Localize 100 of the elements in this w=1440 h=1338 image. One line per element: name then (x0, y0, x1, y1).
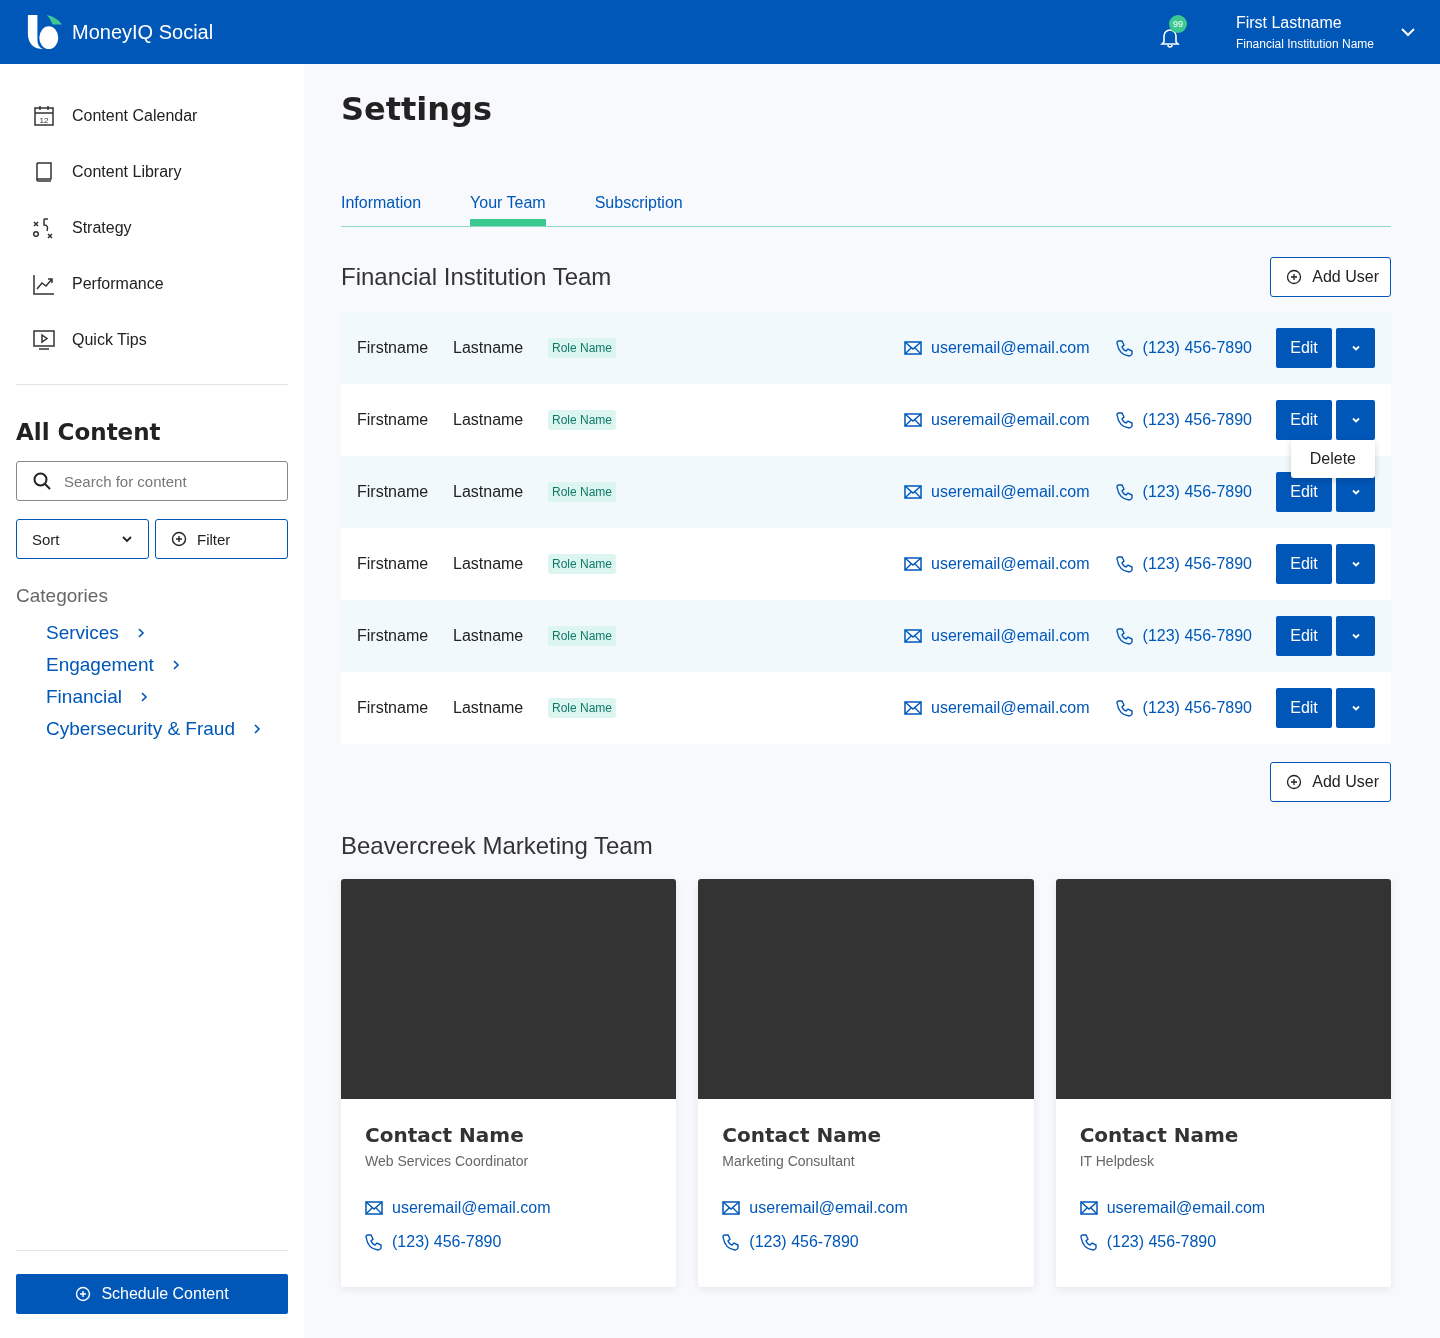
contact-name: Contact Name (722, 1123, 883, 1147)
phone-icon (365, 1233, 383, 1251)
envelope-icon (904, 341, 923, 355)
categories-title: Categories (16, 585, 109, 607)
user-name: First Lastname (1235, 13, 1343, 32)
add-user-button[interactable]: Add User (1270, 257, 1391, 297)
phone-link[interactable]: (123) 456-7890 (1142, 339, 1252, 357)
role-tag: Role Name (548, 554, 617, 574)
phone-icon (1115, 699, 1134, 717)
last-name: Lastname (453, 483, 525, 501)
edit-button[interactable]: Edit (1276, 544, 1332, 584)
first-name: Firstname (357, 339, 430, 357)
edit-button[interactable]: Edit (1276, 328, 1332, 368)
envelope-icon (904, 701, 923, 715)
role-tag: Role Name (548, 626, 617, 646)
phone-link[interactable]: (123) 456-7890 (392, 1233, 502, 1251)
video-icon (32, 328, 56, 352)
phone-link[interactable]: (123) 456-7890 (1142, 411, 1252, 429)
phone-link[interactable]: (123) 456-7890 (1106, 1233, 1217, 1251)
edit-button[interactable]: Edit (1276, 616, 1332, 656)
email-link[interactable]: useremail@email.com (392, 1199, 551, 1217)
phone-icon (722, 1233, 741, 1251)
nav-item[interactable]: Strategy (16, 200, 288, 256)
last-name: Lastname (453, 627, 525, 645)
envelope-icon (904, 413, 923, 427)
search-field[interactable]: Search for content (16, 461, 288, 501)
phone-link[interactable]: (123) 456-7890 (1142, 555, 1252, 573)
tab[interactable]: Information (341, 189, 422, 226)
user-organization: Financial Institution Name (1235, 36, 1374, 51)
chevron-down-icon (121, 533, 133, 545)
plus-circle-icon (171, 531, 187, 547)
nav-item[interactable]: Quick Tips (16, 312, 288, 368)
filter-button[interactable]: Filter (155, 519, 288, 559)
category-link[interactable]: Cybersecurity & Fraud (46, 717, 288, 741)
line-chart-icon (32, 272, 56, 296)
envelope-icon (1079, 1201, 1098, 1215)
contact-position: Marketing Consultant (722, 1153, 856, 1169)
phone-link[interactable]: (123) 456-7890 (1142, 627, 1252, 645)
phone-icon (1115, 411, 1134, 429)
email-link[interactable]: useremail@email.com (931, 411, 1090, 429)
role-tag: Role Name (548, 338, 617, 358)
first-name: Firstname (357, 555, 430, 573)
category-link[interactable]: Services (46, 621, 288, 645)
email-link[interactable]: useremail@email.com (931, 699, 1090, 717)
phone-icon (1115, 627, 1134, 645)
last-name: Lastname (453, 555, 525, 573)
phone-link[interactable]: (123) 456-7890 (1142, 699, 1252, 717)
edit-button[interactable]: Edit (1276, 400, 1332, 440)
contact-position: Web Services Coordinator (365, 1153, 530, 1169)
logo-icon (26, 12, 64, 52)
category-link[interactable]: Financial (46, 685, 288, 709)
phone-icon (1115, 483, 1134, 501)
first-name: Firstname (357, 699, 430, 717)
envelope-icon (722, 1201, 741, 1215)
contact-position: IT Helpdesk (1079, 1153, 1156, 1169)
role-tag: Role Name (548, 698, 617, 718)
sort-dropdown[interactable]: Sort (16, 519, 149, 559)
email-link[interactable]: useremail@email.com (931, 339, 1090, 357)
notification-badge: 99 (1168, 15, 1187, 33)
last-name: Lastname (453, 699, 525, 717)
last-name: Lastname (453, 339, 525, 357)
nav-item[interactable]: Content Library (16, 144, 288, 200)
menu-item[interactable]: Delete (1290, 449, 1375, 469)
email-link[interactable]: useremail@email.com (931, 483, 1090, 501)
edit-button[interactable]: Edit (1276, 688, 1332, 728)
nav-item[interactable]: 12 Content Calendar (16, 88, 288, 144)
page-title: Settings (341, 90, 494, 130)
tab[interactable]: Subscription (594, 189, 683, 226)
strategy-icon (32, 216, 56, 240)
section-title: Beavercreek Marketing Team (341, 832, 654, 861)
nav-item[interactable]: Performance (16, 256, 288, 312)
phone-icon (1115, 555, 1134, 573)
phone-link[interactable]: (123) 456-7890 (749, 1233, 859, 1251)
add-user-button[interactable]: Add User (1270, 762, 1391, 802)
schedule-content-button[interactable]: Schedule Content (16, 1274, 288, 1314)
envelope-icon (904, 485, 923, 499)
first-name: Firstname (357, 483, 430, 501)
first-name: Firstname (357, 627, 430, 645)
chevron-right-icon (251, 723, 263, 735)
contact-name: Contact Name (1079, 1123, 1240, 1147)
tab[interactable]: Your Team (470, 189, 546, 226)
phone-icon (1115, 339, 1134, 357)
section-title: Financial Institution Team (341, 263, 612, 291)
phone-icon (1079, 1233, 1098, 1251)
calendar-icon: 12 (32, 104, 56, 128)
role-tag: Role Name (548, 482, 617, 502)
email-link[interactable]: useremail@email.com (931, 555, 1090, 573)
envelope-icon (904, 557, 923, 571)
envelope-icon (365, 1201, 383, 1215)
contact-name: Contact Name (365, 1123, 525, 1147)
email-link[interactable]: useremail@email.com (931, 627, 1090, 645)
plus-circle-icon (1286, 269, 1303, 285)
phone-link[interactable]: (123) 456-7890 (1142, 483, 1252, 501)
category-link[interactable]: Engagement (46, 653, 288, 677)
last-name: Lastname (453, 411, 525, 429)
plus-circle-icon (1286, 774, 1303, 790)
section-title: All Content (16, 419, 162, 445)
email-link[interactable]: useremail@email.com (749, 1199, 908, 1217)
envelope-icon (904, 629, 923, 643)
email-link[interactable]: useremail@email.com (1106, 1199, 1266, 1217)
